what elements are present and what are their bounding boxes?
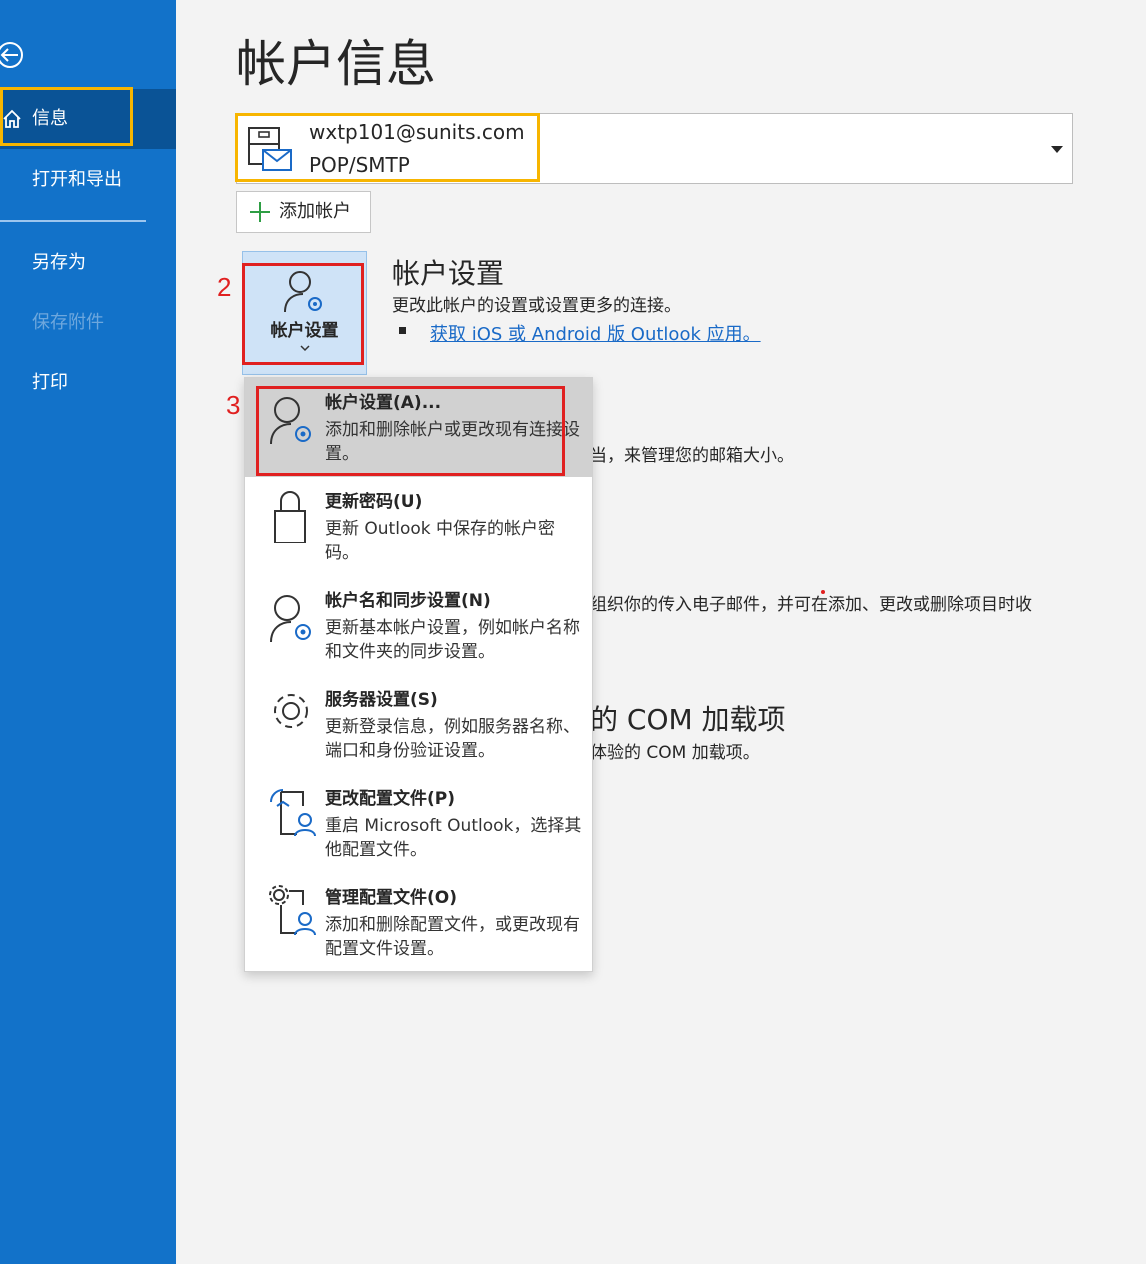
menu-item-description: 更新 Outlook 中保存的帐户密码。 <box>325 519 555 563</box>
page-title: 帐户信息 <box>236 35 436 93</box>
sidebar-item-save-attachments: 保存附件 <box>0 293 176 353</box>
menu-item-description: 更新基本帐户设置，例如帐户名称和文件夹的同步设置。 <box>325 618 580 662</box>
account-sync-icon <box>270 595 311 642</box>
plus-icon <box>250 202 270 222</box>
annotation-dot <box>821 590 825 594</box>
mailbox-cleanup-description: 当，来管理您的邮箱大小。 <box>590 446 794 466</box>
add-account-label: 添加帐户 <box>279 201 351 222</box>
menu-item-title: 帐户名和同步设置(N) <box>325 591 491 611</box>
menu-item-manage-profiles[interactable]: 管理配置文件(O) 添加和删除配置文件，或更改现有配置文件设置。 <box>245 873 592 971</box>
outlook-app-link[interactable]: 获取 iOS 或 Android 版 Outlook 应用。 <box>430 320 761 346</box>
sidebar-item-label: 打印 <box>32 372 68 393</box>
manage-profile-icon <box>269 885 316 936</box>
bullet <box>399 327 406 334</box>
annotation-box-step2 <box>242 263 364 365</box>
chevron-down-icon[interactable] <box>1051 146 1063 153</box>
highlight-frame-account <box>235 113 540 182</box>
sidebar-item-open-export[interactable]: 打开和导出 <box>0 150 176 210</box>
sidebar: 信息 打开和导出 另存为 保存附件 打印 <box>0 0 176 1264</box>
sidebar-divider <box>0 220 146 222</box>
com-addins-description: 体验的 COM 加载项。 <box>590 743 760 763</box>
add-account-button[interactable]: 添加帐户 <box>236 191 371 233</box>
back-button[interactable] <box>0 41 24 69</box>
annotation-number-3: 3 <box>226 390 241 420</box>
lock-icon <box>274 491 306 543</box>
account-settings-description: 更改此帐户的设置或设置更多的连接。 <box>392 296 681 316</box>
menu-item-server-settings[interactable]: 服务器设置(S) 更新登录信息，例如服务器名称、端口和身份验证设置。 <box>245 675 592 774</box>
sidebar-item-label: 另存为 <box>32 252 86 273</box>
rules-description: 组织你的传入电子邮件，并可在添加、更改或删除项目时收 <box>590 595 1032 615</box>
account-settings-title: 帐户设置 <box>392 257 505 290</box>
sidebar-item-label: 打开和导出 <box>32 169 122 190</box>
menu-item-update-password[interactable]: 更新密码(U) 更新 Outlook 中保存的帐户密码。 <box>245 477 592 576</box>
sidebar-item-print[interactable]: 打印 <box>0 353 176 413</box>
menu-item-title: 更改配置文件(P) <box>325 789 455 809</box>
back-arrow-icon <box>0 42 23 68</box>
menu-item-title: 更新密码(U) <box>325 492 423 512</box>
sidebar-item-save-as[interactable]: 另存为 <box>0 233 176 293</box>
menu-item-description: 更新登录信息，例如服务器名称、端口和身份验证设置。 <box>325 717 580 761</box>
sidebar-item-label: 保存附件 <box>32 312 104 333</box>
com-addins-heading: 的 COM 加载项 <box>590 703 786 736</box>
menu-item-description: 添加和删除配置文件，或更改现有配置文件设置。 <box>325 915 580 959</box>
change-profile-icon <box>270 789 316 837</box>
menu-item-change-profile[interactable]: 更改配置文件(P) 重启 Microsoft Outlook，选择其他配置文件。 <box>245 774 592 873</box>
highlight-frame-info <box>0 87 133 146</box>
annotation-number-2: 2 <box>217 272 232 302</box>
menu-item-title: 管理配置文件(O) <box>325 888 457 908</box>
annotation-box-step3 <box>256 386 565 476</box>
gear-icon <box>274 694 308 728</box>
menu-item-description: 重启 Microsoft Outlook，选择其他配置文件。 <box>325 816 582 860</box>
menu-item-title: 服务器设置(S) <box>325 690 438 710</box>
menu-item-account-name-sync[interactable]: 帐户名和同步设置(N) 更新基本帐户设置，例如帐户名称和文件夹的同步设置。 <box>245 576 592 675</box>
